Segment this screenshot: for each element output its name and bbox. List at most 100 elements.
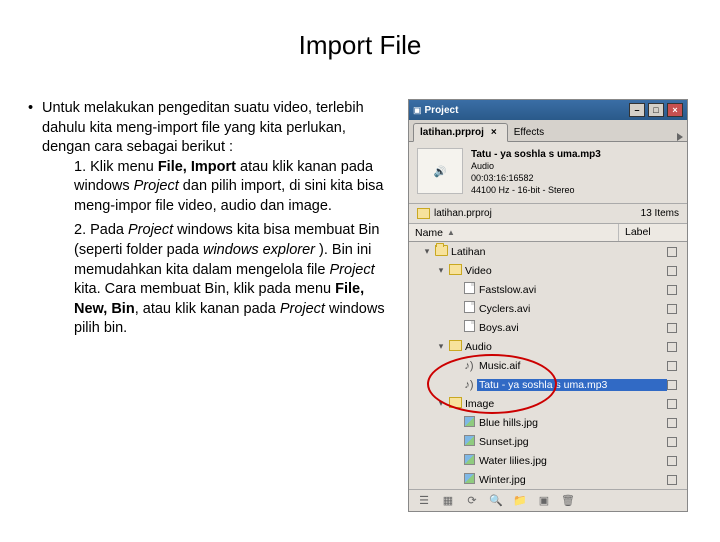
- tree-row[interactable]: Boys.avi: [409, 318, 687, 337]
- find-button[interactable]: 🔍: [487, 493, 505, 509]
- clip-preview: 🔊 Tatu - ya soshla s uma.mp3 Audio 00:03…: [409, 142, 687, 204]
- thumbnail: 🔊: [417, 148, 463, 194]
- step-1: 1. Klik menu File, Import atau klik kana…: [74, 158, 398, 217]
- expand-toggle[interactable]: ▾: [435, 341, 447, 352]
- step1-a: 1. Klik menu: [74, 159, 158, 175]
- tree-row[interactable]: ♪)Music.aif: [409, 356, 687, 375]
- tree-row[interactable]: ▾Latihan: [409, 242, 687, 261]
- label-swatch[interactable]: [667, 323, 677, 333]
- step2-i: , atau klik kanan pada: [135, 301, 280, 317]
- list-view-button[interactable]: ☰: [415, 493, 433, 509]
- panel-menu-icon[interactable]: [677, 133, 683, 141]
- image-file-icon: [464, 454, 475, 465]
- tree-row[interactable]: ▾ Video: [409, 261, 687, 280]
- step2-j: Project: [280, 301, 325, 317]
- expand-toggle[interactable]: ▾: [435, 265, 447, 276]
- expand-toggle[interactable]: ▾: [435, 398, 447, 409]
- image-file-icon: [464, 473, 475, 484]
- tree-row[interactable]: ▾ Audio: [409, 337, 687, 356]
- item-name: Video: [463, 265, 667, 277]
- automate-button[interactable]: ⟳: [463, 493, 481, 509]
- project-panel: ▣ Project – □ × latihan.prproj× Effects …: [408, 99, 688, 512]
- expand-toggle[interactable]: ▾: [421, 246, 433, 257]
- label-swatch[interactable]: [667, 342, 677, 352]
- slide-title: Import File: [28, 30, 692, 61]
- item-name: Sunset.jpg: [477, 436, 667, 448]
- bullet-dot: •: [28, 99, 42, 344]
- col-label: Label: [619, 224, 687, 241]
- step-2: 2. Pada Project windows kita bisa membua…: [74, 221, 398, 338]
- close-button[interactable]: ×: [667, 103, 683, 117]
- tree-row[interactable]: Cyclers.avi: [409, 299, 687, 318]
- image-file-icon: [464, 435, 475, 446]
- project-path: latihan.prproj: [434, 208, 492, 219]
- label-swatch[interactable]: [667, 418, 677, 428]
- tree-row[interactable]: ♪)Tatu - ya soshla s uma.mp3: [409, 375, 687, 394]
- item-name: Fastslow.avi: [477, 284, 667, 296]
- audio-file-icon: ♪): [463, 379, 476, 390]
- tree-row[interactable]: ▾ Image: [409, 394, 687, 413]
- label-swatch[interactable]: [667, 361, 677, 371]
- image-file-icon: [464, 416, 475, 427]
- delete-button[interactable]: 🗑: [559, 493, 577, 509]
- tab-close-icon[interactable]: ×: [491, 127, 497, 138]
- label-swatch[interactable]: [667, 247, 677, 257]
- icon-view-button[interactable]: ▦: [439, 493, 457, 509]
- label-swatch[interactable]: [667, 380, 677, 390]
- item-name: Blue hills.jpg: [477, 417, 667, 429]
- item-name: Tatu - ya soshla s uma.mp3: [477, 379, 667, 391]
- folder-icon: [435, 245, 448, 256]
- video-file-icon: [464, 301, 475, 313]
- bin-icon: [417, 208, 430, 219]
- item-name: Music.aif: [477, 360, 667, 372]
- window-title: Project: [425, 105, 626, 116]
- column-header[interactable]: Name▲ Label: [409, 224, 687, 242]
- tab-project[interactable]: latihan.prproj ×: [413, 123, 508, 142]
- step2-g: kita. Cara membuat Bin, klik pada menu: [74, 281, 335, 297]
- new-bin-button[interactable]: 📁: [511, 493, 529, 509]
- clip-rate: 00:03:16:16582: [471, 173, 601, 185]
- panel-tabs: latihan.prproj × Effects: [409, 120, 687, 142]
- col-name: Name: [415, 227, 443, 239]
- label-swatch[interactable]: [667, 304, 677, 314]
- bin-icon: [449, 397, 462, 408]
- label-swatch[interactable]: [667, 399, 677, 409]
- bin-icon: [449, 264, 462, 275]
- video-file-icon: [464, 320, 475, 332]
- item-name: Winter.jpg: [477, 474, 667, 486]
- step2-b: Project: [128, 222, 173, 238]
- label-swatch[interactable]: [667, 475, 677, 485]
- minimize-button[interactable]: –: [629, 103, 645, 117]
- item-name: Cyclers.avi: [477, 303, 667, 315]
- clip-name: Tatu - ya soshla s uma.mp3: [471, 148, 601, 161]
- label-swatch[interactable]: [667, 266, 677, 276]
- panel-titlebar[interactable]: ▣ Project – □ ×: [409, 100, 687, 120]
- tree-row[interactable]: Sunset.jpg: [409, 432, 687, 451]
- tab-effects[interactable]: Effects: [508, 124, 554, 141]
- step2-a: 2. Pada: [74, 222, 128, 238]
- item-name: Audio: [463, 341, 667, 353]
- tree-row[interactable]: Blue hills.jpg: [409, 413, 687, 432]
- label-swatch[interactable]: [667, 437, 677, 447]
- audio-file-icon: ♪): [463, 360, 476, 371]
- item-name: Image: [463, 398, 667, 410]
- step1-b: File, Import: [158, 159, 236, 175]
- tree-row[interactable]: Fastslow.avi: [409, 280, 687, 299]
- intro-text: Untuk melakukan pengeditan suatu video, …: [42, 100, 364, 155]
- window-icon: ▣: [413, 105, 422, 116]
- label-swatch[interactable]: [667, 456, 677, 466]
- panel-toolbar: ☰ ▦ ⟳ 🔍 📁 ▣ 🗑: [409, 489, 687, 511]
- item-name: Boys.avi: [477, 322, 667, 334]
- label-swatch[interactable]: [667, 285, 677, 295]
- text-column: • Untuk melakukan pengeditan suatu video…: [28, 99, 398, 512]
- maximize-button[interactable]: □: [648, 103, 664, 117]
- step1-d: Project: [134, 178, 179, 194]
- tab0-label: latihan.prproj: [420, 127, 484, 138]
- project-tree: ▾Latihan▾VideoFastslow.aviCyclers.aviBoy…: [409, 242, 687, 489]
- new-item-button[interactable]: ▣: [535, 493, 553, 509]
- tree-row[interactable]: Winter.jpg: [409, 470, 687, 489]
- clip-format: 44100 Hz - 16-bit - Stereo: [471, 185, 601, 197]
- video-file-icon: [464, 282, 475, 294]
- bin-icon: [449, 340, 462, 351]
- tree-row[interactable]: Water lilies.jpg: [409, 451, 687, 470]
